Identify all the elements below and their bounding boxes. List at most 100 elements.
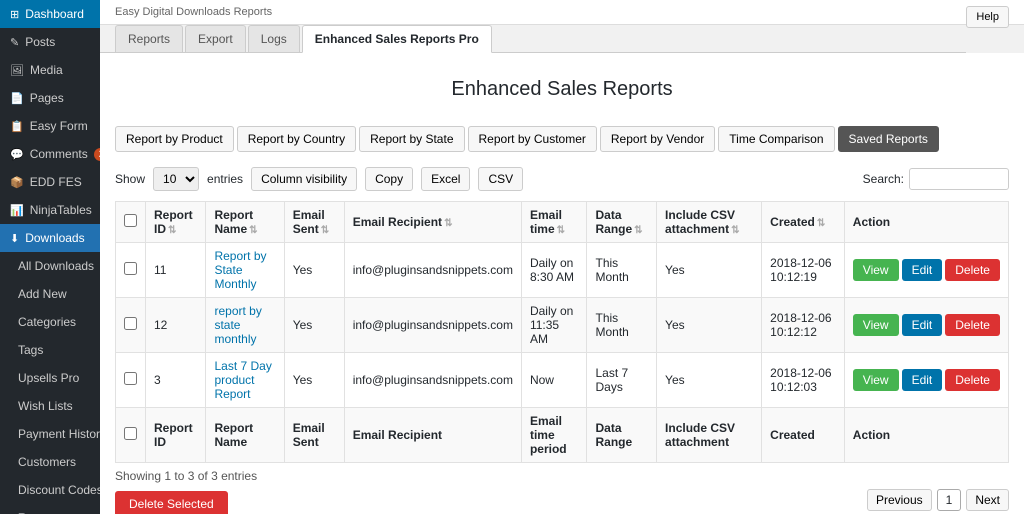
foot-col-created: Created [762, 408, 845, 463]
sidebar-item-discount-codes[interactable]: Discount Codes [0, 476, 100, 504]
sub-tab-report-by-product[interactable]: Report by Product [115, 126, 234, 152]
sub-tab-report-by-customer[interactable]: Report by Customer [468, 126, 597, 152]
foot-col-report-name: Report Name [206, 408, 284, 463]
row-checkbox[interactable] [116, 353, 146, 408]
csv-button[interactable]: CSV [478, 167, 523, 191]
row-report-id: 3 [146, 353, 206, 408]
col-checkbox [116, 202, 146, 243]
tab-export[interactable]: Export [185, 25, 246, 52]
row-report-id: 12 [146, 298, 206, 353]
sidebar-item-upsells-pro[interactable]: Upsells Pro [0, 364, 100, 392]
sidebar-item-label: Categories [18, 315, 76, 329]
row-email-sent: Yes [284, 243, 344, 298]
report-name-link[interactable]: Report by State Monthly [214, 249, 266, 291]
foot-col-email-recipient: Email Recipient [344, 408, 521, 463]
foot-col-data-range: Data Range [587, 408, 657, 463]
row-created: 2018-12-06 10:12:12 [762, 298, 845, 353]
row-checkbox[interactable] [116, 298, 146, 353]
sidebar-item-reports[interactable]: Reports [0, 504, 100, 514]
row-created: 2018-12-06 10:12:19 [762, 243, 845, 298]
row-checkbox[interactable] [116, 243, 146, 298]
sub-tab-report-by-country[interactable]: Report by Country [237, 126, 356, 152]
copy-button[interactable]: Copy [365, 167, 413, 191]
view-button[interactable]: View [853, 369, 899, 391]
view-button[interactable]: View [853, 259, 899, 281]
col-report-name: Report Name⇅ [206, 202, 284, 243]
delete-button[interactable]: Delete [945, 259, 1000, 281]
row-select-checkbox[interactable] [124, 262, 137, 275]
row-email-sent: Yes [284, 298, 344, 353]
view-button[interactable]: View [853, 314, 899, 336]
report-name-link[interactable]: Last 7 Day product Report [214, 359, 271, 401]
col-created: Created⇅ [762, 202, 845, 243]
row-actions: View Edit Delete [844, 353, 1008, 408]
row-include-csv: Yes [657, 243, 762, 298]
sidebar-item-label: Dashboard [25, 7, 84, 21]
sidebar-item-posts[interactable]: ✎ Posts [0, 28, 100, 56]
edit-button[interactable]: Edit [902, 259, 943, 281]
downloads-icon: ⬇ [10, 232, 19, 245]
sidebar-item-add-new[interactable]: Add New [0, 280, 100, 308]
tab-reports[interactable]: Reports [115, 25, 183, 52]
col-action: Action [844, 202, 1008, 243]
col-data-range: Data Range⇅ [587, 202, 657, 243]
next-page-button[interactable]: Next [966, 489, 1009, 511]
edit-button[interactable]: Edit [902, 314, 943, 336]
sidebar-item-all-downloads[interactable]: All Downloads [0, 252, 100, 280]
sidebar-item-edd-fes[interactable]: 📦 EDD FES [0, 168, 100, 196]
content-area: Enhanced Sales Reports Report by Product… [100, 53, 1024, 514]
delete-button[interactable]: Delete [945, 369, 1000, 391]
row-report-name[interactable]: report by state monthly [206, 298, 284, 353]
sidebar-item-easy-form[interactable]: 📋 Easy Form [0, 112, 100, 140]
sidebar-item-categories[interactable]: Categories [0, 308, 100, 336]
sort-icon: ⇅ [731, 225, 739, 236]
foot-select-all-checkbox[interactable] [124, 427, 137, 440]
sidebar-item-customers[interactable]: Customers [0, 448, 100, 476]
sidebar-item-comments[interactable]: 💬 Comments 26 [0, 140, 100, 168]
row-report-name[interactable]: Last 7 Day product Report [206, 353, 284, 408]
sidebar-item-wish-lists[interactable]: Wish Lists [0, 392, 100, 420]
sidebar-item-label: Pages [30, 91, 64, 105]
sidebar-item-dashboard[interactable]: ⊞ Dashboard [0, 0, 100, 28]
table-footer: Showing 1 to 3 of 3 entries Delete Selec… [115, 469, 1009, 514]
excel-button[interactable]: Excel [421, 167, 470, 191]
sidebar-item-label: Easy Form [30, 119, 88, 133]
sidebar-item-pages[interactable]: 📄 Pages [0, 84, 100, 112]
report-name-link[interactable]: report by state monthly [214, 304, 261, 346]
sort-icon: ⇅ [168, 225, 176, 236]
sidebar-item-downloads[interactable]: ⬇ Downloads [0, 224, 100, 252]
sidebar-item-payment-history[interactable]: Payment History [0, 420, 100, 448]
tab-logs[interactable]: Logs [248, 25, 300, 52]
current-page-number: 1 [937, 489, 962, 511]
column-visibility-button[interactable]: Column visibility [251, 167, 357, 191]
edit-button[interactable]: Edit [902, 369, 943, 391]
table-row: 12 report by state monthly Yes info@plug… [116, 298, 1009, 353]
help-button[interactable]: Help [966, 6, 1009, 28]
sub-tab-report-by-vendor[interactable]: Report by Vendor [600, 126, 715, 152]
tab-enhanced-sales-reports-pro[interactable]: Enhanced Sales Reports Pro [302, 25, 492, 53]
main-content: Easy Digital Downloads Reports Help Repo… [100, 0, 1024, 514]
sidebar-item-tags[interactable]: Tags [0, 336, 100, 364]
search-box: Search: [863, 168, 1009, 190]
row-select-checkbox[interactable] [124, 317, 137, 330]
row-select-checkbox[interactable] [124, 372, 137, 385]
show-entries-select[interactable]: 10 25 50 [153, 167, 199, 191]
row-report-name[interactable]: Report by State Monthly [206, 243, 284, 298]
search-input[interactable] [909, 168, 1009, 190]
row-data-range: Last 7 Days [587, 353, 657, 408]
showing-text: Showing 1 to 3 of 3 entries [115, 469, 1009, 483]
pagination: Previous 1 Next [867, 489, 1009, 511]
row-email-recipient: info@pluginsandsnippets.com [344, 243, 521, 298]
sub-tab-saved-reports[interactable]: Saved Reports [838, 126, 939, 152]
select-all-checkbox[interactable] [124, 214, 137, 227]
delete-selected-button[interactable]: Delete Selected [115, 491, 228, 514]
delete-button[interactable]: Delete [945, 314, 1000, 336]
sub-tab-report-by-state[interactable]: Report by State [359, 126, 464, 152]
sidebar-item-ninja-tables[interactable]: 📊 NinjaTables [0, 196, 100, 224]
col-email-sent: Email Sent⇅ [284, 202, 344, 243]
sub-tab-time-comparison[interactable]: Time Comparison [718, 126, 834, 152]
sidebar-item-media[interactable]: 🖼 Media [0, 56, 100, 84]
row-data-range: This Month [587, 243, 657, 298]
previous-page-button[interactable]: Previous [867, 489, 932, 511]
col-include-csv: Include CSV attachment⇅ [657, 202, 762, 243]
